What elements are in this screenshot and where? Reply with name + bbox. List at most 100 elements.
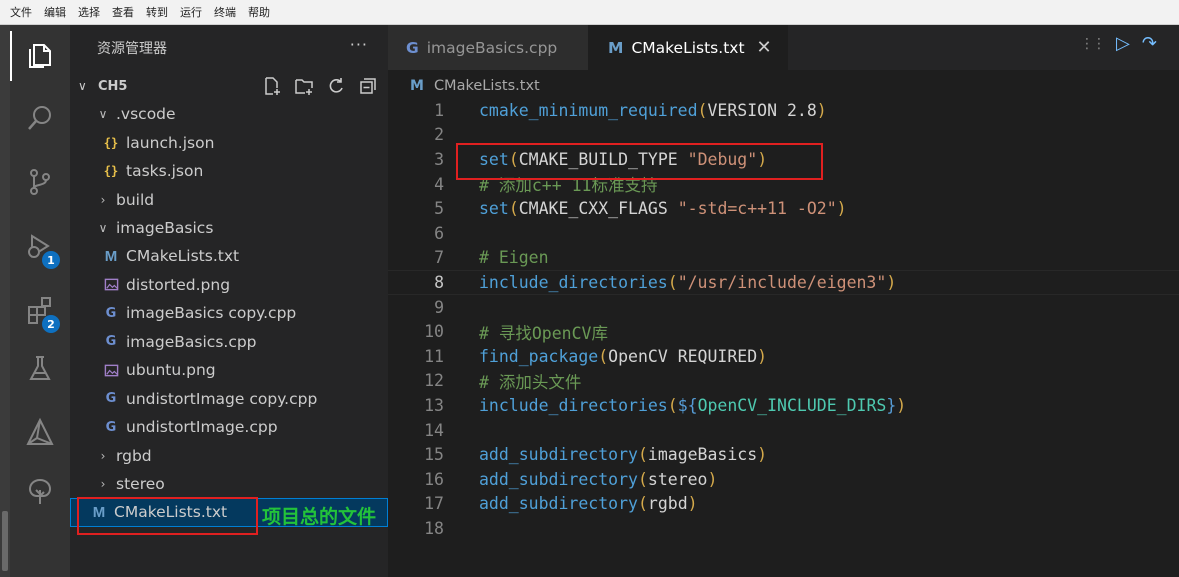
tree-file-10[interactable]: GundistortImage copy.cpp: [70, 385, 388, 413]
editor-area: G imageBasics.cpp M CMakeLists.txt ✕ ⋮⋮ …: [388, 25, 1179, 577]
step-over-icon[interactable]: ↷: [1142, 33, 1157, 54]
menu-bar: 文件 编辑 选择 查看 转到 运行 终端 帮助: [0, 0, 1179, 25]
code-token: }: [886, 395, 897, 415]
code-line[interactable]: 3 set(CMAKE_BUILD_TYPE "Debug"): [388, 147, 1179, 172]
search-activity-button[interactable]: [10, 93, 70, 143]
code-token: (: [697, 100, 708, 120]
code-line[interactable]: 14: [388, 418, 1179, 443]
dock-handle[interactable]: [2, 511, 8, 571]
collapse-all-icon[interactable]: [358, 76, 378, 96]
code-line[interactable]: 2: [388, 123, 1179, 148]
refresh-icon[interactable]: [326, 76, 346, 96]
tree-item-label: CMakeLists.txt: [126, 247, 240, 266]
explorer-activity-button[interactable]: [10, 31, 70, 81]
code-text: # 添加c++ 11标准支持: [479, 172, 657, 196]
new-folder-icon[interactable]: [294, 76, 314, 96]
tree-item-label: build: [116, 190, 155, 209]
tree-file-5[interactable]: M CMakeLists.txt: [70, 242, 388, 270]
tree-folder-12[interactable]: › rgbd: [70, 441, 388, 469]
menu-item-1[interactable]: 编辑: [44, 4, 66, 20]
tree-item-label: .vscode: [116, 105, 176, 124]
code-token: VERSION 2.8: [707, 100, 817, 120]
code-line[interactable]: 6: [388, 221, 1179, 246]
tab-label: CMakeLists.txt: [631, 38, 745, 57]
testing-activity-button[interactable]: [10, 343, 70, 393]
line-number: 4: [434, 174, 444, 194]
source-control-activity-button[interactable]: [10, 157, 70, 207]
tree-file-2[interactable]: {} tasks.json: [70, 157, 388, 185]
code-token: "/usr/include/eigen3": [677, 272, 887, 292]
cpp-file-icon: G: [105, 334, 117, 350]
extensions-activity-button[interactable]: 2: [10, 285, 70, 335]
remote-tree-activity-button[interactable]: [10, 467, 70, 517]
code-text: add_subdirectory(imageBasics): [479, 445, 767, 464]
cpp-file-icon: G: [105, 419, 117, 435]
breadcrumb-file[interactable]: CMakeLists.txt: [434, 78, 540, 94]
tree-folder-0[interactable]: ∨ .vscode: [70, 100, 388, 128]
code-line[interactable]: 5 set(CMAKE_CXX_FLAGS "-std=c++11 -O2"): [388, 196, 1179, 221]
tab-imagebasics-cpp[interactable]: G imageBasics.cpp: [388, 25, 588, 70]
code-line[interactable]: 9: [388, 295, 1179, 320]
code-line[interactable]: 7 # Eigen: [388, 246, 1179, 271]
new-file-icon[interactable]: [262, 76, 282, 96]
menu-item-3[interactable]: 查看: [112, 4, 134, 20]
search-icon: [28, 106, 51, 130]
code-line[interactable]: 1 cmake_minimum_required(VERSION 2.8): [388, 98, 1179, 123]
close-icon[interactable]: ✕: [757, 37, 772, 58]
continue-icon[interactable]: ▷: [1116, 33, 1130, 54]
code-token: find_package: [479, 346, 599, 366]
tree-file-1[interactable]: {} launch.json: [70, 128, 388, 156]
tree-item-label: imageBasics copy.cpp: [126, 304, 297, 323]
more-actions-button[interactable]: ···: [350, 35, 368, 54]
tree-folder-4[interactable]: ∨ imageBasics: [70, 214, 388, 242]
tree-file-9[interactable]: ubuntu.png: [70, 356, 388, 384]
editor-tab-bar: G imageBasics.cpp M CMakeLists.txt ✕ ⋮⋮ …: [388, 25, 1179, 70]
code-line[interactable]: 15 add_subdirectory(imageBasics): [388, 442, 1179, 467]
cpp-file-icon: G: [105, 391, 117, 407]
code-line[interactable]: 12 # 添加头文件: [388, 369, 1179, 394]
menu-item-4[interactable]: 转到: [146, 4, 168, 20]
cmake-activity-button[interactable]: [10, 407, 70, 457]
tab-label: imageBasics.cpp: [426, 38, 558, 57]
drag-grip-icon[interactable]: ⋮⋮: [1080, 36, 1106, 52]
menu-item-2[interactable]: 选择: [78, 4, 100, 20]
debug-toolbar: ⋮⋮ ▷ ↷: [1080, 33, 1157, 54]
code-token: ): [836, 199, 847, 219]
tree-folder-13[interactable]: › stereo: [70, 470, 388, 498]
line-number: 18: [424, 518, 444, 538]
cpp-file-icon: G: [406, 38, 419, 57]
menu-item-7[interactable]: 帮助: [248, 4, 270, 20]
tree-file-11[interactable]: GundistortImage.cpp: [70, 413, 388, 441]
line-number: 8: [434, 272, 444, 292]
menu-item-5[interactable]: 运行: [180, 4, 202, 20]
line-number: 6: [434, 223, 444, 243]
tree-item-label: imageBasics: [116, 218, 214, 237]
cmake-file-icon: M: [104, 247, 118, 265]
code-line[interactable]: 10 # 寻找OpenCV库: [388, 319, 1179, 344]
code-line[interactable]: 18: [388, 516, 1179, 541]
menu-item-0[interactable]: 文件: [10, 4, 32, 20]
code-token: ): [886, 272, 897, 292]
tree-folder-3[interactable]: › build: [70, 185, 388, 213]
code-token: ): [757, 149, 768, 169]
code-text: # Eigen: [479, 248, 549, 267]
chevron-right-icon: ›: [100, 477, 106, 492]
code-line[interactable]: 13 include_directories(${OpenCV_INCLUDE_D…: [388, 393, 1179, 418]
activity-bar: 1 2: [10, 25, 70, 577]
tree-file-7[interactable]: GimageBasics copy.cpp: [70, 299, 388, 327]
code-line[interactable]: 11 find_package(OpenCV REQUIRED): [388, 344, 1179, 369]
code-line[interactable]: 4 # 添加c++ 11标准支持: [388, 172, 1179, 197]
tree-file-8[interactable]: GimageBasics.cpp: [70, 328, 388, 356]
breadcrumb[interactable]: M CMakeLists.txt: [410, 75, 540, 97]
cmake-triangle-icon: [26, 417, 54, 445]
line-number: 11: [424, 346, 444, 366]
menu-item-6[interactable]: 终端: [214, 4, 236, 20]
tree-file-6[interactable]: distorted.png: [70, 271, 388, 299]
code-line[interactable]: 16 add_subdirectory(stereo): [388, 467, 1179, 492]
workspace-folder-header[interactable]: ∨ CH5: [70, 72, 388, 100]
code-token: set: [479, 149, 509, 169]
tab-cmakelists-txt[interactable]: M CMakeLists.txt ✕: [588, 25, 788, 70]
run-debug-activity-button[interactable]: 1: [10, 221, 70, 271]
code-line[interactable]: 8 include_directories("/usr/include/eigen…: [388, 270, 1179, 295]
code-line[interactable]: 17 add_subdirectory(rgbd): [388, 492, 1179, 517]
